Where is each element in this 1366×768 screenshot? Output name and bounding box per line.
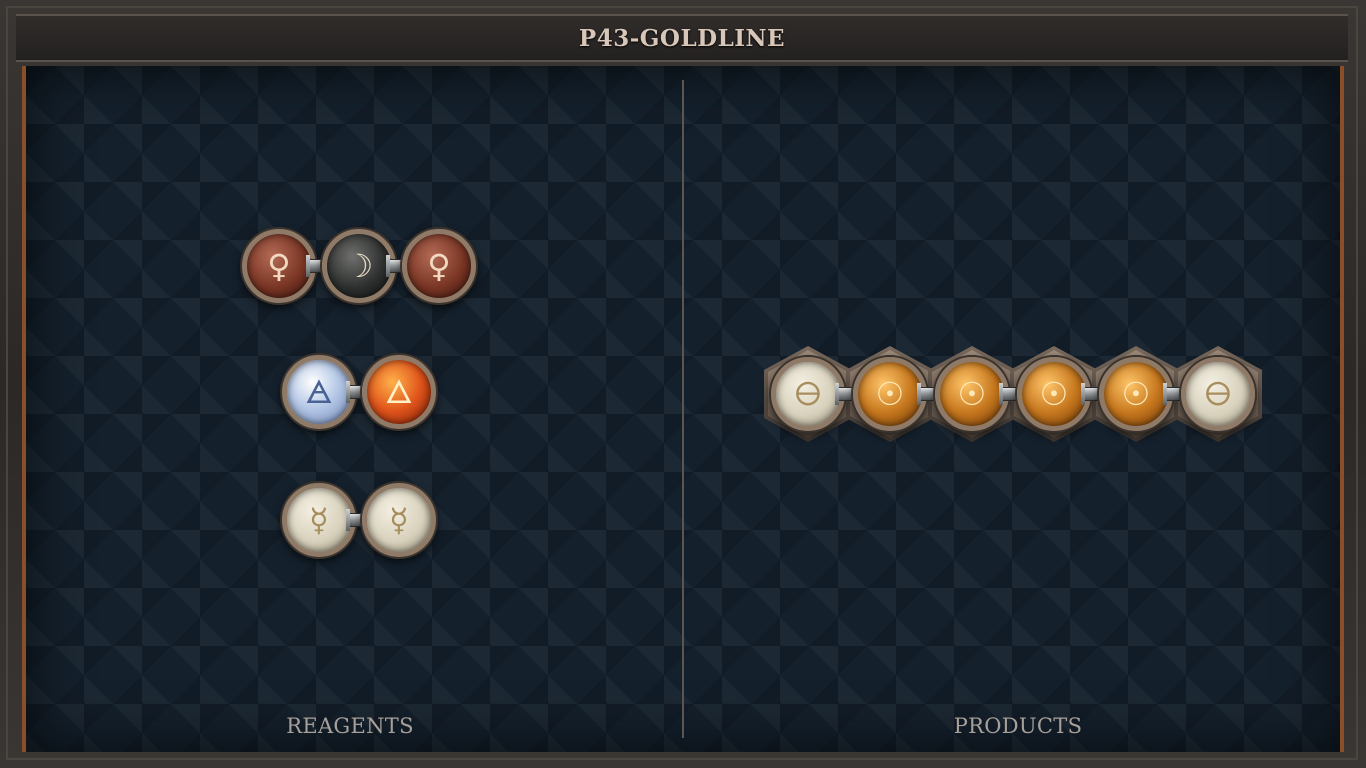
fire-symbol-icon: 🜂 (385, 373, 413, 411)
gold-symbol-icon: ☉ (1121, 375, 1151, 413)
gold-atom: ☉ (1099, 357, 1173, 431)
reagent-molecule-3[interactable]: ☿ ☿ (278, 480, 438, 560)
copper-atom: ♀ (242, 229, 316, 303)
gold-symbol-icon: ☉ (957, 375, 987, 413)
moon-symbol-icon: ☽ (344, 247, 374, 285)
salt-symbol-icon: 🜔 (794, 375, 822, 413)
fire-atom: 🜂 (362, 355, 436, 429)
air-atom: 🜁 (282, 355, 356, 429)
gold-atom: ☉ (935, 357, 1009, 431)
section-divider (682, 80, 684, 738)
quicksilver-atom: ☿ (362, 483, 436, 557)
product-molecule-1[interactable]: 🜔 ☉ ☉ ☉ ☉ 🜔 (764, 344, 1262, 444)
salt-symbol-icon: 🜔 (1204, 375, 1232, 413)
products-label: PRODUCTS (953, 714, 1083, 738)
puzzle-title: P43-GOLDLINE (578, 24, 786, 52)
gold-symbol-icon: ☉ (875, 375, 905, 413)
silver-atom: ☽ (322, 229, 396, 303)
air-symbol-icon: 🜁 (305, 373, 333, 411)
reagents-label: REAGENTS (286, 714, 414, 738)
gold-atom: ☉ (1017, 357, 1091, 431)
reagent-molecule-1[interactable]: ♀ ☽ ♀ (238, 226, 478, 306)
quicksilver-atom: ☿ (282, 483, 356, 557)
copper-symbol-icon: ♀ (427, 247, 451, 285)
game-frame: P43-GOLDLINE ♀ ☽ ♀ 🜁 🜂 ☿ ☿ 🜔 ☉ ☉ ☉ ☉ 🜔 R… (0, 0, 1366, 768)
gold-symbol-icon: ☉ (1039, 375, 1069, 413)
salt-atom: 🜔 (771, 357, 845, 431)
quicksilver-symbol-icon: ☿ (389, 501, 409, 539)
quicksilver-symbol-icon: ☿ (309, 501, 329, 539)
copper-symbol-icon: ♀ (267, 247, 291, 285)
copper-atom: ♀ (402, 229, 476, 303)
gold-atom: ☉ (853, 357, 927, 431)
title-bar: P43-GOLDLINE (16, 14, 1348, 62)
salt-atom: 🜔 (1181, 357, 1255, 431)
reagent-molecule-2[interactable]: 🜁 🜂 (278, 352, 438, 432)
